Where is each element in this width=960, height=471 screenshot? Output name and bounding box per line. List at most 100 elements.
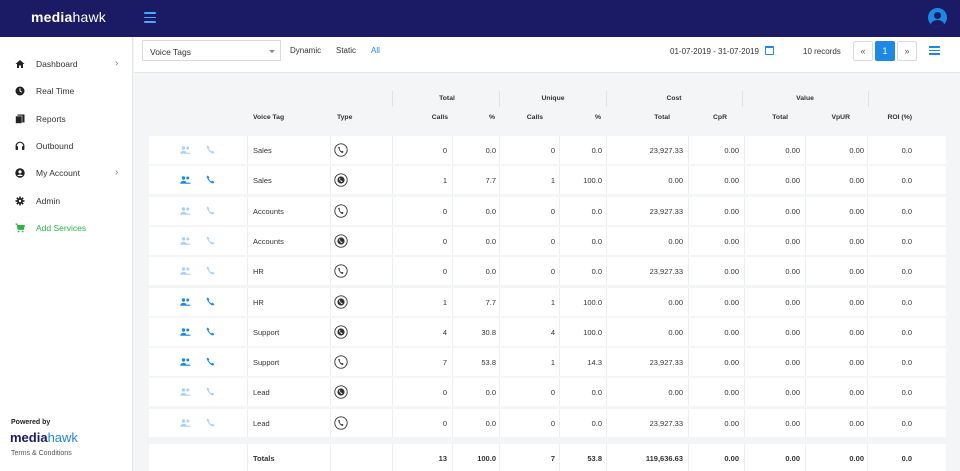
cell-calls: 0	[442, 418, 447, 428]
col-type[interactable]: Type	[337, 114, 352, 121]
sidebar-item-my-account[interactable]: My Account ›	[0, 162, 133, 184]
sidebar-item-label: My Account	[36, 168, 80, 178]
filter-bar: Voice Tags Dynamic Static All 01-07-2019…	[134, 37, 960, 73]
sidebar-item-reports[interactable]: Reports	[0, 108, 133, 130]
people-icon[interactable]	[180, 297, 191, 306]
terms-link[interactable]: Terms & Conditions	[11, 450, 72, 457]
table-row: HR 1 7.7 1 100.0 0.00 0.00 0.00 0.00 0.0	[149, 287, 946, 316]
cell-roi: 0.0	[901, 297, 912, 307]
cell-value: 0.00	[785, 267, 800, 277]
cell-pct: 53.8	[481, 358, 496, 368]
record-count: 10 records	[803, 47, 841, 56]
phone-icon[interactable]	[206, 266, 215, 275]
sidebar-item-label: Dashboard	[36, 59, 78, 69]
people-icon[interactable]	[180, 237, 191, 245]
phone-icon[interactable]	[206, 418, 215, 427]
sidebar-item-label: Real Time	[36, 86, 75, 96]
cell-upct: 53.8	[587, 454, 602, 463]
user-avatar-icon[interactable]	[928, 8, 947, 27]
cell-upct: 0.0	[591, 267, 602, 277]
cell-value: 0.00	[785, 176, 800, 186]
account-icon	[15, 168, 25, 178]
col-cost-total[interactable]: Total	[654, 114, 670, 121]
cell-roi: 0.0	[901, 454, 912, 463]
cell-value: 0.00	[785, 236, 800, 246]
cell-cpr: 0.00	[724, 454, 739, 463]
calendar-icon[interactable]	[765, 46, 774, 55]
people-icon[interactable]	[180, 418, 191, 427]
phone-icon[interactable]	[206, 175, 215, 184]
cell-calls: 0	[442, 146, 447, 155]
cell-pct: 100.0	[477, 454, 496, 463]
dynamic-number-icon	[334, 325, 348, 339]
cell-upct: 100.0	[583, 327, 602, 337]
cell-vpur: 0.00	[849, 388, 864, 398]
sidebar-item-label: Admin	[36, 196, 61, 206]
cell-ucalls: 1	[550, 176, 555, 186]
page-1-button[interactable]: 1	[875, 41, 895, 61]
cell-roi: 0.0	[901, 206, 912, 216]
cell-calls: 4	[442, 327, 447, 337]
cell-upct: 100.0	[583, 297, 602, 307]
cell-vpur: 0.00	[849, 146, 864, 155]
sidebar-item-real-time[interactable]: Real Time	[0, 80, 133, 102]
static-number-icon	[334, 203, 348, 218]
people-icon[interactable]	[180, 267, 191, 275]
table-row: Lead 0 0.0 0 0.0 0.00 0.00 0.00 0.00 0.0	[149, 378, 946, 407]
date-range[interactable]: 01-07-2019 - 31-07-2019	[670, 47, 759, 56]
cell-upct: 0.0	[591, 388, 602, 398]
app-logo[interactable]: mediahawk	[31, 9, 106, 25]
col-voice-tag[interactable]: Voice Tag	[253, 114, 284, 121]
sidebar-item-dashboard[interactable]: Dashboard ›	[0, 53, 133, 75]
cell-vpur: 0.00	[849, 327, 864, 337]
list-menu-icon[interactable]	[929, 46, 940, 55]
col-unique-calls[interactable]: Calls	[527, 114, 543, 121]
sidebar-item-admin[interactable]: Admin	[0, 190, 133, 212]
people-icon[interactable]	[180, 176, 191, 185]
col-total-calls[interactable]: Calls	[432, 114, 448, 121]
col-cpr[interactable]: CpR	[713, 114, 727, 121]
cell-ucalls: 0	[550, 206, 555, 216]
cell-ucalls: 4	[550, 327, 555, 337]
phone-icon[interactable]	[206, 297, 215, 306]
cell-value: 0.00	[785, 418, 800, 428]
cell-cpr: 0.00	[724, 146, 739, 155]
cell-roi: 0.0	[901, 176, 912, 186]
phone-icon[interactable]	[206, 145, 215, 154]
menu-toggle-icon[interactable]	[144, 12, 156, 23]
cell-ucalls: 7	[550, 454, 555, 463]
col-unique-pct[interactable]: %	[595, 114, 601, 121]
voice-tag-cell: Accounts	[253, 206, 284, 216]
cell-roi: 0.0	[901, 358, 912, 368]
page-next-button[interactable]: »	[897, 41, 917, 61]
col-vpur[interactable]: VpUR	[831, 114, 850, 121]
people-icon[interactable]	[180, 146, 191, 154]
group-header-cost: Cost	[666, 95, 682, 102]
sidebar-item-outbound[interactable]: Outbound	[0, 135, 133, 157]
cart-icon	[15, 223, 26, 233]
phone-icon[interactable]	[206, 357, 215, 366]
phone-icon[interactable]	[206, 236, 215, 245]
people-icon[interactable]	[180, 206, 191, 215]
sidebar-item-add-services[interactable]: Add Services	[0, 217, 133, 239]
phone-icon[interactable]	[206, 206, 215, 215]
cell-pct: 30.8	[481, 327, 496, 337]
col-value-total[interactable]: Total	[772, 114, 788, 121]
filter-all[interactable]: All	[371, 46, 380, 55]
voice-tag-cell: Accounts	[253, 236, 284, 246]
tag-type-select[interactable]: Voice Tags	[142, 40, 281, 61]
voice-tag-cell: Support	[253, 327, 280, 337]
phone-icon[interactable]	[206, 327, 215, 336]
col-roi[interactable]: ROI (%)	[887, 114, 912, 121]
phone-icon[interactable]	[206, 387, 215, 396]
filter-static[interactable]: Static	[336, 46, 356, 55]
page-prev-button[interactable]: «	[853, 41, 873, 61]
people-icon[interactable]	[180, 358, 191, 366]
report-table: Total Unique Cost Value Voice Tag Type C…	[134, 73, 960, 471]
sidebar-item-label: Outbound	[36, 141, 74, 151]
people-icon[interactable]	[180, 388, 191, 397]
people-icon[interactable]	[180, 328, 191, 336]
col-total-pct[interactable]: %	[489, 114, 495, 121]
cell-calls: 7	[442, 358, 447, 368]
filter-dynamic[interactable]: Dynamic	[290, 46, 321, 55]
